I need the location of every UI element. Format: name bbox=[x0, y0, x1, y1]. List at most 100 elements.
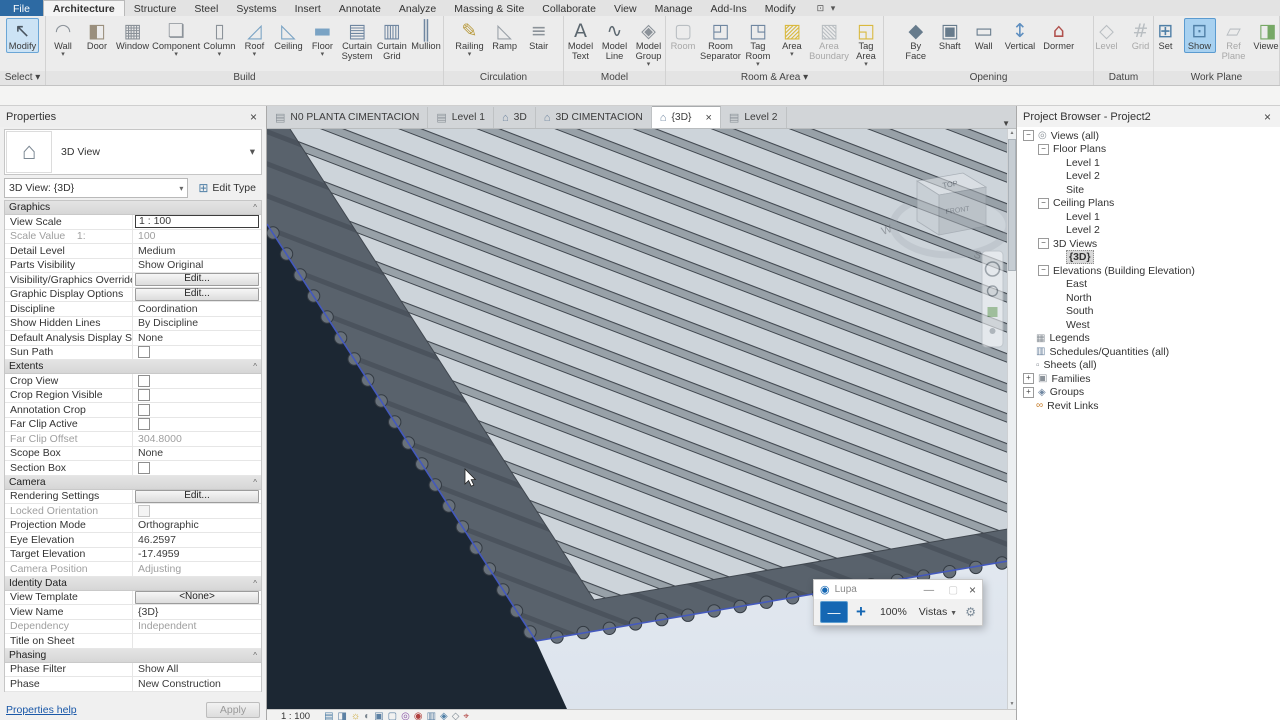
property-value[interactable]: Orthographic bbox=[135, 519, 199, 531]
ribbon-button-shaft[interactable]: ▣ Shaft bbox=[934, 18, 966, 53]
tree-item-groups[interactable]: + ◈ Groups bbox=[1017, 386, 1280, 400]
scrollbar-thumb[interactable] bbox=[1008, 139, 1016, 271]
tree-item-north[interactable]: North bbox=[1017, 291, 1280, 305]
view-tab-level-2[interactable]: ▤ Level 2 bbox=[721, 107, 787, 128]
properties-help-link[interactable]: Properties help bbox=[6, 704, 77, 716]
drawing-canvas[interactable]: W S TOP FRONT ▲ ▼ ◉ Lupa — ▢ × — + 100% … bbox=[267, 129, 1016, 709]
view-tab-3d[interactable]: ⌂ {3D} × bbox=[651, 106, 721, 128]
property-value[interactable]: New Construction bbox=[135, 678, 221, 690]
temporary-hide-isolate-icon[interactable]: ◎ bbox=[401, 711, 410, 720]
tree-item-elevations-building-elevation[interactable]: − Elevations (Building Elevation) bbox=[1017, 264, 1280, 278]
view-tab-n0-planta-cimentacion[interactable]: ▤ N0 PLANTA CIMENTACION bbox=[267, 107, 429, 128]
close-icon[interactable]: × bbox=[1261, 110, 1274, 124]
ribbon-button-tag-area[interactable]: ◱ Tag Area ▾ bbox=[850, 18, 882, 69]
view-tab-level-1[interactable]: ▤ Level 1 bbox=[428, 107, 494, 128]
checkbox[interactable] bbox=[138, 418, 150, 431]
ribbon-button-model-text[interactable]: A Model Text bbox=[565, 18, 597, 63]
checkbox[interactable] bbox=[138, 461, 150, 474]
type-selector[interactable]: ⌂ 3D View ▾ bbox=[4, 129, 262, 175]
close-icon[interactable]: × bbox=[969, 583, 976, 597]
tree-item-ceiling-plans[interactable]: − Ceiling Plans bbox=[1017, 197, 1280, 211]
section-header-phasing[interactable]: Phasing ^ bbox=[5, 648, 261, 663]
ribbon-button-grid[interactable]: # Grid bbox=[1125, 18, 1154, 53]
section-header-identity-data[interactable]: Identity Data ^ bbox=[5, 576, 261, 591]
ribbon-tab-architecture[interactable]: Architecture bbox=[42, 0, 125, 16]
ribbon-button-stair[interactable]: ≡ Stair bbox=[523, 18, 555, 53]
ribbon-button-window[interactable]: ▦ Window bbox=[115, 18, 150, 53]
tree-item-level-1[interactable]: Level 1 bbox=[1017, 210, 1280, 224]
checkbox[interactable] bbox=[138, 389, 150, 402]
shadows-icon[interactable]: ◐ bbox=[364, 711, 370, 720]
tree-item-legends[interactable]: ▦ Legends bbox=[1017, 332, 1280, 346]
highlight-displacement-sets-icon[interactable]: ◇ bbox=[452, 711, 460, 720]
ribbon-button-tag-room[interactable]: ◳ Tag Room ▾ bbox=[742, 18, 774, 69]
ribbon-button-room[interactable]: ▢ Room bbox=[667, 18, 699, 53]
navigation-bar[interactable] bbox=[981, 250, 1004, 348]
tree-item-sheets-all[interactable]: ▫ Sheets (all) bbox=[1017, 359, 1280, 373]
gear-icon[interactable]: ⚙ bbox=[965, 605, 976, 619]
close-icon[interactable]: × bbox=[705, 112, 711, 124]
property-value[interactable]: Show All bbox=[135, 663, 178, 675]
ribbon-button-show[interactable]: ⊡ Show bbox=[1183, 18, 1216, 53]
ribbon-button-curtain-grid[interactable]: ▥ Curtain Grid bbox=[376, 18, 408, 63]
vertical-scrollbar[interactable]: ▲ ▼ bbox=[1007, 129, 1016, 709]
ribbon-button-set[interactable]: ⊞ Set bbox=[1154, 18, 1182, 53]
views-dropdown[interactable]: Vistas ▼ bbox=[919, 606, 957, 618]
ribbon-button-door[interactable]: ◧ Door bbox=[81, 18, 113, 53]
tree-item-3d[interactable]: {3D} bbox=[1017, 250, 1280, 265]
tree-item-schedules-quantities-all[interactable]: ▥ Schedules/Quantities (all) bbox=[1017, 345, 1280, 359]
ribbon-button-wall[interactable]: ▭ Wall bbox=[968, 18, 1000, 53]
property-button-view-template[interactable]: <None> bbox=[135, 590, 259, 604]
ribbon-tab-structure[interactable]: Structure bbox=[125, 0, 186, 16]
ribbon-tab-add-ins[interactable]: Add-Ins bbox=[702, 0, 756, 16]
property-value[interactable]: Coordination bbox=[135, 303, 198, 315]
section-header-graphics[interactable]: Graphics ^ bbox=[5, 201, 261, 215]
show-crop-region-icon[interactable]: ▢ bbox=[388, 711, 397, 720]
view-tab-3d-cimentacion[interactable]: ⌂ 3D CIMENTACION bbox=[536, 107, 652, 128]
scale-control[interactable]: 1 : 100 bbox=[281, 711, 310, 720]
tree-item-floor-plans[interactable]: − Floor Plans bbox=[1017, 143, 1280, 157]
ribbon-button-railing[interactable]: ✎ Railing ▾ bbox=[452, 18, 486, 59]
property-value[interactable]: 46.2597 bbox=[135, 534, 176, 546]
file-tab[interactable]: File bbox=[0, 0, 43, 16]
property-button-graphic-display-options[interactable]: Edit... bbox=[135, 287, 259, 301]
ribbon-button-viewer[interactable]: ◨ Viewer bbox=[1252, 18, 1279, 53]
tree-item-level-2[interactable]: Level 2 bbox=[1017, 170, 1280, 184]
ribbon-button-by-face[interactable]: ◆ By Face bbox=[900, 18, 932, 63]
collapse-icon[interactable]: − bbox=[1038, 143, 1049, 155]
property-button-visibility-graphics-overrides[interactable]: Edit... bbox=[135, 273, 259, 287]
ribbon-button-ceiling[interactable]: ◺ Ceiling bbox=[272, 18, 304, 53]
ribbon-tab-analyze[interactable]: Analyze bbox=[390, 0, 445, 16]
tree-item-revit-links[interactable]: ∞ Revit Links bbox=[1017, 399, 1280, 413]
view-tab-3d[interactable]: ⌂ 3D bbox=[494, 107, 536, 128]
ribbon-button-area-boundary[interactable]: ▧ Area Boundary bbox=[809, 18, 849, 63]
property-button-rendering-settings[interactable]: Edit... bbox=[135, 489, 259, 503]
ribbon-tab-collaborate[interactable]: Collaborate bbox=[533, 0, 605, 16]
ribbon-button-modify[interactable]: ↖ Modify bbox=[5, 18, 40, 53]
instance-selector[interactable]: 3D View: {3D} ▾ bbox=[4, 178, 189, 198]
collapse-icon[interactable]: − bbox=[1038, 265, 1049, 277]
tree-item-west[interactable]: West bbox=[1017, 318, 1280, 332]
ribbon-tab-insert[interactable]: Insert bbox=[286, 0, 330, 16]
zoom-in-button[interactable]: + bbox=[856, 602, 866, 622]
ribbon-button-mullion[interactable]: ║ Mullion bbox=[410, 18, 442, 53]
ribbon-button-dormer[interactable]: ⌂ Dormer bbox=[1040, 18, 1077, 53]
tree-item-site[interactable]: Site bbox=[1017, 183, 1280, 197]
apply-button[interactable]: Apply bbox=[206, 702, 260, 718]
checkbox[interactable] bbox=[138, 374, 150, 387]
expand-icon[interactable]: + bbox=[1023, 373, 1034, 385]
tree-item-3d-views[interactable]: −3D Views bbox=[1017, 237, 1280, 251]
tree-item-east[interactable]: East bbox=[1017, 278, 1280, 292]
checkbox[interactable] bbox=[138, 504, 150, 517]
reveal-hidden-elements-icon[interactable]: ◉ bbox=[414, 711, 423, 720]
tree-item-level-2[interactable]: Level 2 bbox=[1017, 224, 1280, 238]
tree-item-south[interactable]: South bbox=[1017, 305, 1280, 319]
section-header-camera[interactable]: Camera ^ bbox=[5, 475, 261, 490]
ribbon-button-model-group[interactable]: ◈ Model Group ▾ bbox=[633, 18, 665, 69]
tree-item-views-all[interactable]: − ◎ Views (all) bbox=[1017, 129, 1280, 143]
ribbon-group-label-select[interactable]: Select ▾ bbox=[0, 71, 45, 85]
ribbon-group-label-room-area[interactable]: Room & Area ▾ bbox=[666, 71, 883, 85]
ribbon-button-room-separator[interactable]: ◰ Room Separator bbox=[700, 18, 741, 63]
ribbon-tab-massing-site[interactable]: Massing & Site bbox=[445, 0, 533, 16]
ribbon-button-level[interactable]: ◇ Level bbox=[1094, 18, 1123, 53]
